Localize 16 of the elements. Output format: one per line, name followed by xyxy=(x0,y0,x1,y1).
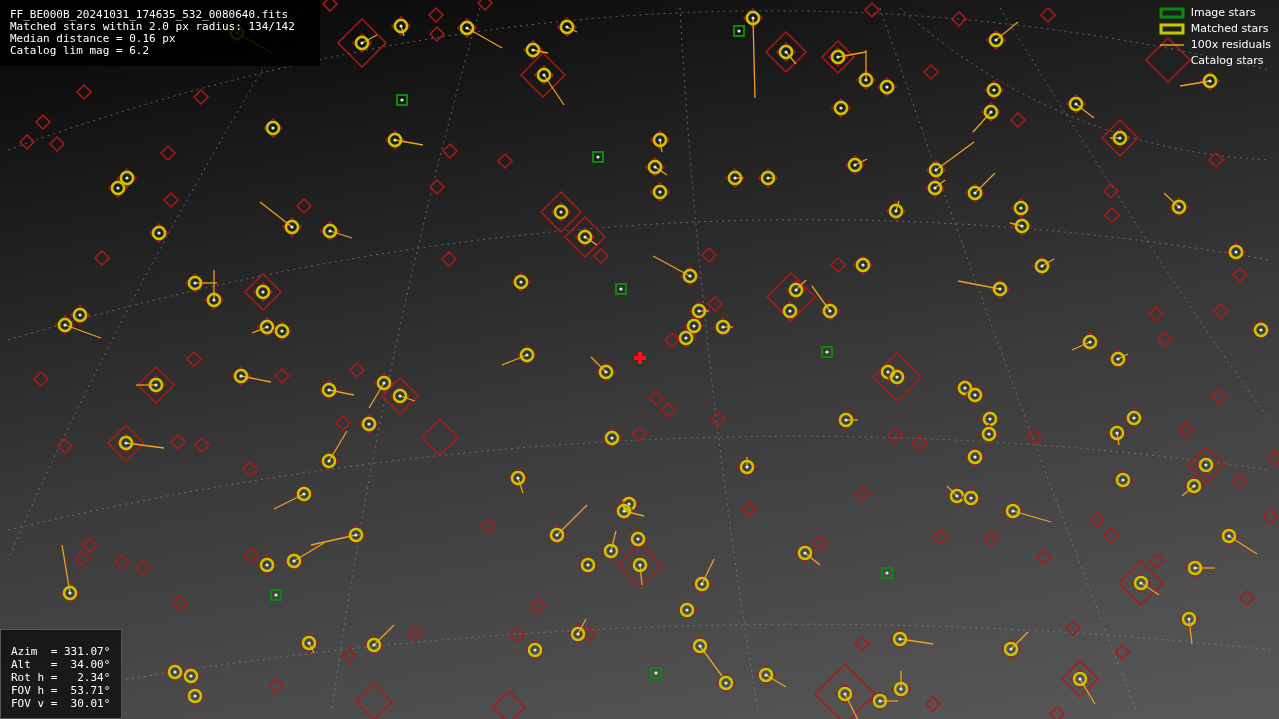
box-swatch-icon xyxy=(1158,22,1185,35)
info-line: Median distance = 0.16 px xyxy=(10,33,177,45)
pointing-line: FOV h = 53.71° xyxy=(11,684,111,697)
legend-label: 100x residuals xyxy=(1190,38,1271,51)
center-cross-icon xyxy=(632,350,648,366)
pointing-line: FOV v = 30.01° xyxy=(11,697,111,710)
pointing-line: Rot h = 2.34° xyxy=(11,671,111,684)
box-swatch-icon xyxy=(1158,6,1185,19)
legend-label: Matched stars xyxy=(1190,22,1269,35)
legend-label: Image stars xyxy=(1190,6,1256,19)
info-line: Catalog lim mag = 6.2 xyxy=(10,45,151,57)
legend-label: Catalog stars xyxy=(1190,54,1264,67)
pointing-line: Alt = 34.00° xyxy=(11,658,111,671)
info-line: FF_BE000B_20241031_174635_532_0080640.fits xyxy=(10,9,290,21)
info-line: Matched stars within 2.0 px radius: 134/142 xyxy=(10,21,296,33)
pointing-line: Azim = 331.07° xyxy=(11,645,111,658)
